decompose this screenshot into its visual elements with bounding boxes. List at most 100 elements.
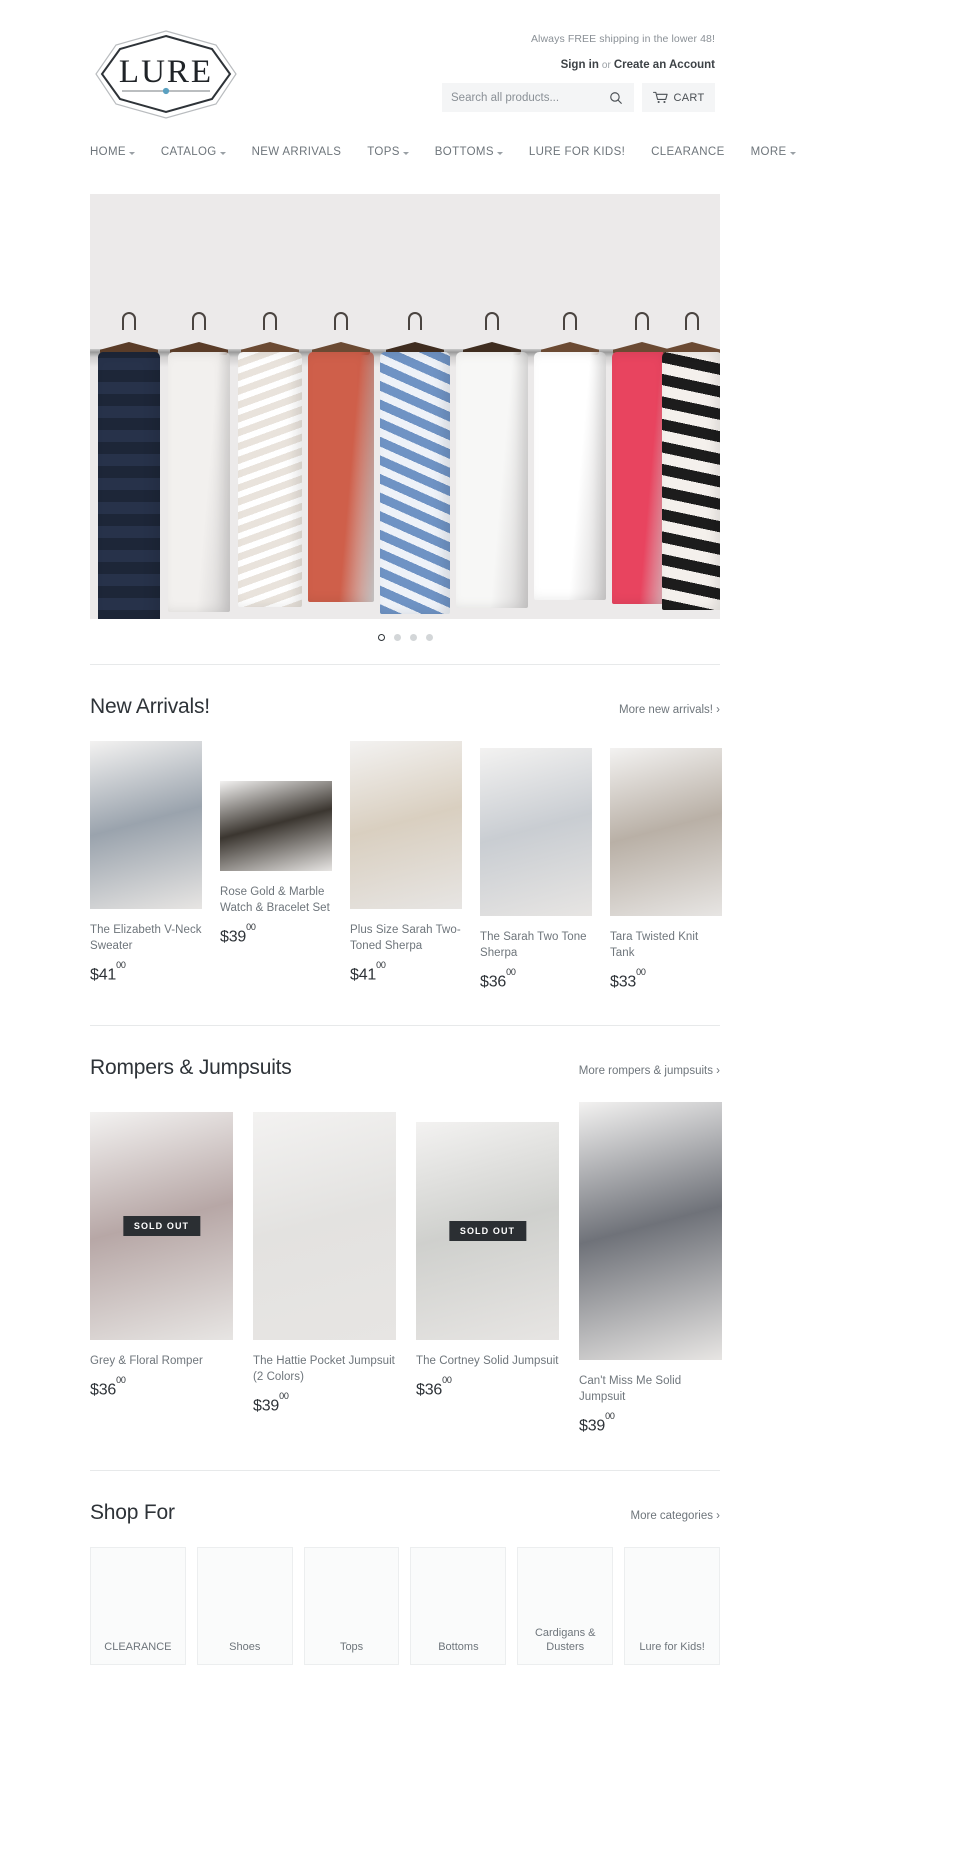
product-price-amount: $36 xyxy=(90,1381,117,1399)
product-card[interactable]: SOLD OUT Grey & Floral Romper $3600 xyxy=(90,1102,233,1435)
carousel-dot-1[interactable] xyxy=(377,634,385,641)
product-image[interactable] xyxy=(480,748,592,916)
hero-garments xyxy=(90,194,720,619)
hero-slide[interactable] xyxy=(90,194,720,619)
product-card[interactable]: The Elizabeth V-Neck Sweater $4100 xyxy=(90,741,202,991)
product-title[interactable]: The Elizabeth V-Neck Sweater xyxy=(90,922,202,954)
product-image[interactable] xyxy=(90,741,202,909)
category-tile[interactable]: Tops xyxy=(303,1546,400,1665)
product-title[interactable]: The Sarah Two Tone Sherpa xyxy=(480,929,592,961)
product-price: $3600 xyxy=(480,967,592,991)
nav-item-lure-for-kids[interactable]: LURE FOR KIDS! xyxy=(529,146,625,158)
product-title[interactable]: Tara Twisted Knit Tank xyxy=(610,929,722,961)
product-price: $3900 xyxy=(579,1411,722,1435)
section-more-link[interactable]: More rompers & jumpsuits › xyxy=(579,1065,720,1077)
search-submit-button[interactable] xyxy=(607,91,625,105)
product-price: $3600 xyxy=(90,1375,233,1399)
product-card[interactable]: Plus Size Sarah Two-Toned Sherpa $4100 xyxy=(350,741,462,991)
product-image[interactable]: SOLD OUT xyxy=(416,1122,559,1341)
product-image[interactable]: SOLD OUT xyxy=(90,1112,233,1341)
section-title: Rompers & Jumpsuits xyxy=(90,1056,292,1080)
product-title[interactable]: Rose Gold & Marble Watch & Bracelet Set xyxy=(220,884,332,916)
nav-item-bottoms[interactable]: BOTTOMS xyxy=(435,146,503,158)
product-card[interactable]: Tara Twisted Knit Tank $3300 xyxy=(610,741,722,991)
nav-item-label: TOPS xyxy=(367,146,400,158)
nav-item-label: HOME xyxy=(90,146,126,158)
carousel-dot-4[interactable] xyxy=(425,634,433,641)
svg-text:LURE: LURE xyxy=(119,54,213,90)
section-more-link[interactable]: More new arrivals! › xyxy=(619,704,720,716)
product-card[interactable]: Can't Miss Me Solid Jumpsuit $3900 xyxy=(579,1102,722,1435)
category-label: CLEARANCE xyxy=(104,1640,172,1653)
sold-out-badge: SOLD OUT xyxy=(448,1221,527,1242)
product-grid: The Elizabeth V-Neck Sweater $4100 Rose Go… xyxy=(90,741,722,991)
section-header: New Arrivals! More new arrivals! › xyxy=(90,665,720,719)
product-title[interactable]: Plus Size Sarah Two-Toned Sherpa xyxy=(350,922,462,954)
product-price-cents: 00 xyxy=(246,922,256,933)
product-title[interactable]: The Cortney Solid Jumpsuit xyxy=(416,1353,559,1369)
site-header: LURE Always FREE shipping in the lower 4… xyxy=(0,0,960,135)
product-title[interactable]: Can't Miss Me Solid Jumpsuit xyxy=(579,1373,722,1405)
create-account-link[interactable]: Create an Account xyxy=(614,59,715,71)
product-price: $3300 xyxy=(610,967,722,991)
product-title[interactable]: The Hattie Pocket Jumpsuit (2 Colors) xyxy=(253,1353,396,1385)
product-image[interactable] xyxy=(253,1112,396,1341)
product-price-cents: 00 xyxy=(506,967,516,978)
cart-button[interactable]: CART xyxy=(642,83,715,112)
nav-item-clearance[interactable]: CLEARANCE xyxy=(651,146,724,158)
chevron-down-icon xyxy=(402,151,409,155)
hanger-hook xyxy=(563,312,577,330)
hero-garment xyxy=(456,352,528,608)
carousel-dot-2[interactable] xyxy=(393,634,401,641)
account-links: Sign in or Create an Account xyxy=(245,58,715,73)
carousel-dot-3[interactable] xyxy=(409,634,417,641)
product-image[interactable] xyxy=(610,748,722,916)
product-image[interactable] xyxy=(350,741,462,909)
product-card[interactable]: The Hattie Pocket Jumpsuit (2 Colors) $39… xyxy=(253,1102,396,1435)
hero-garment xyxy=(308,352,374,602)
category-tile[interactable]: Shoes xyxy=(196,1546,293,1665)
product-price-amount: $39 xyxy=(579,1417,606,1435)
product-card[interactable]: The Sarah Two Tone Sherpa $3600 xyxy=(480,741,592,991)
category-tile[interactable]: CLEARANCE xyxy=(90,1546,186,1665)
product-price-amount: $41 xyxy=(350,966,377,984)
search-input[interactable] xyxy=(451,91,607,104)
category-label: Tops xyxy=(339,1640,364,1653)
or-separator: or xyxy=(601,60,611,71)
site-logo[interactable]: LURE xyxy=(90,27,242,122)
sign-in-link[interactable]: Sign in xyxy=(561,59,599,71)
product-price-cents: 00 xyxy=(116,1375,126,1386)
product-title[interactable]: Grey & Floral Romper xyxy=(90,1353,233,1369)
product-price-amount: $36 xyxy=(480,973,507,991)
shop-for-section: Shop For More categories › CLEARANCE Shoe… xyxy=(90,1471,720,1665)
product-price-cents: 00 xyxy=(605,1411,615,1422)
nav-item-home[interactable]: HOME xyxy=(90,146,135,158)
product-price-cents: 00 xyxy=(376,960,386,971)
nav-item-tops[interactable]: TOPS xyxy=(367,146,409,158)
product-card[interactable]: SOLD OUT The Cortney Solid Jumpsuit $3600 xyxy=(416,1102,559,1435)
product-section: Rompers & Jumpsuits More rompers & jumpsu… xyxy=(90,1026,722,1435)
product-image[interactable] xyxy=(220,781,332,871)
product-price: $4100 xyxy=(90,960,202,984)
category-label: Shoes xyxy=(229,1640,261,1653)
product-image[interactable] xyxy=(579,1102,722,1361)
category-tile[interactable]: Bottoms xyxy=(410,1546,507,1665)
nav-item-label: BOTTOMS xyxy=(434,146,494,158)
category-tile[interactable]: Cardigans & Dusters xyxy=(517,1546,614,1665)
search-box[interactable] xyxy=(442,83,634,112)
more-categories-link[interactable]: More categories › xyxy=(631,1510,720,1522)
hanger-hook xyxy=(635,312,649,330)
search-icon xyxy=(610,91,623,104)
hero-garment xyxy=(168,352,230,612)
product-price-cents: 00 xyxy=(636,967,646,978)
nav-item-catalog[interactable]: CATALOG xyxy=(161,146,226,158)
product-card[interactable]: Rose Gold & Marble Watch & Bracelet Set $… xyxy=(220,741,332,991)
nav-item-more[interactable]: MORE xyxy=(751,146,796,158)
chevron-down-icon xyxy=(128,151,135,155)
hanger-hook xyxy=(334,312,348,330)
nav-item-new-arrivals[interactable]: NEW ARRIVALS xyxy=(252,146,342,158)
category-label: Cardigans & Dusters xyxy=(534,1626,596,1653)
category-tile[interactable]: Lure for Kids! xyxy=(624,1546,720,1665)
product-grid: SOLD OUT Grey & Floral Romper $3600 The Hat… xyxy=(90,1102,722,1435)
hero-garment xyxy=(380,352,450,614)
